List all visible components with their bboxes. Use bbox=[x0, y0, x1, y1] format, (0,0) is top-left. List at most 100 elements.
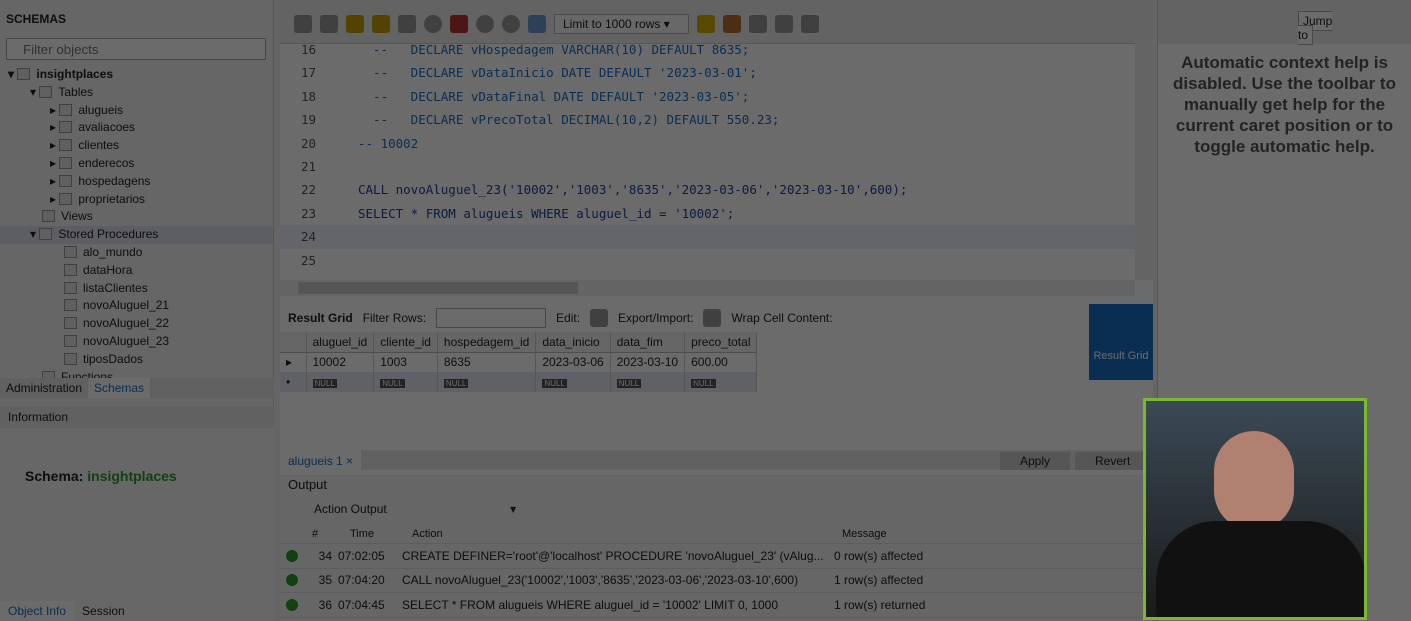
procedure-node[interactable]: novoAluguel_21 bbox=[0, 297, 273, 315]
output-title: Output bbox=[288, 477, 328, 492]
tab-administration[interactable]: Administration bbox=[0, 378, 88, 398]
cell[interactable]: 1003 bbox=[373, 352, 438, 372]
tab-object-info[interactable]: Object Info bbox=[0, 601, 75, 621]
bookmark-icon[interactable] bbox=[697, 14, 715, 33]
filter-rows-label: Filter Rows: bbox=[362, 311, 427, 325]
table-icon bbox=[59, 156, 73, 169]
output-row[interactable]: 35 07:04:20 CALL novoAluguel_23('10002','1… bbox=[280, 569, 1153, 593]
procedure-icon bbox=[64, 299, 77, 312]
help-text: Automatic context help is disabled. Use … bbox=[1173, 53, 1396, 156]
table-node[interactable]: ▸ proprietarios bbox=[0, 191, 273, 209]
column-header[interactable]: hospedagem_id bbox=[437, 332, 537, 352]
filter-objects-input[interactable] bbox=[6, 38, 266, 60]
success-icon bbox=[286, 549, 298, 562]
find-icon[interactable] bbox=[749, 14, 767, 33]
export-icon[interactable] bbox=[703, 309, 722, 327]
column-header[interactable]: cliente_id bbox=[373, 332, 438, 352]
code-line: 16 -- DECLARE vHospedagem VARCHAR(10) DE… bbox=[300, 42, 750, 57]
result-tab-alugueis[interactable]: alugueis 1 × bbox=[280, 450, 362, 472]
code-line: 21 bbox=[300, 159, 316, 174]
cell[interactable]: 2023-03-06 bbox=[535, 352, 611, 372]
information-title: Information bbox=[0, 406, 274, 428]
commit-icon[interactable] bbox=[476, 14, 494, 33]
toggle-error-icon[interactable] bbox=[450, 14, 468, 33]
stop-icon[interactable] bbox=[424, 14, 442, 33]
result-grid[interactable]: aluguel_id cliente_id hospedagem_id data_in… bbox=[280, 332, 758, 392]
filter-rows-input[interactable] bbox=[436, 308, 547, 328]
table-node[interactable]: ▸ avaliacoes bbox=[0, 119, 273, 137]
schema-node[interactable]: ▾ insightplaces bbox=[0, 66, 273, 84]
table-node[interactable]: ▸ clientes bbox=[0, 137, 273, 155]
execute-icon[interactable] bbox=[346, 14, 364, 33]
procedure-node[interactable]: alo_mundo bbox=[0, 244, 273, 262]
output-mode-select[interactable]: Action Output ▾ bbox=[280, 494, 1153, 524]
tab-session[interactable]: Session bbox=[74, 601, 133, 621]
cell[interactable]: 2023-03-10 bbox=[610, 352, 686, 372]
cell[interactable]: 600.00 bbox=[684, 352, 758, 372]
revert-button[interactable]: Revert bbox=[1075, 452, 1151, 470]
autocommit-icon[interactable] bbox=[528, 14, 546, 33]
procedure-icon bbox=[64, 245, 77, 258]
table-node[interactable]: ▸ enderecos bbox=[0, 155, 273, 173]
result-toolbar: Result Grid Filter Rows: Edit: Export/Im… bbox=[280, 305, 1090, 331]
cell[interactable]: 8635 bbox=[437, 352, 537, 372]
execute-current-icon[interactable] bbox=[372, 14, 390, 33]
apply-button[interactable]: Apply bbox=[1000, 452, 1071, 470]
result-grid-tab[interactable]: Result Grid bbox=[288, 311, 353, 325]
edit-row-icon[interactable] bbox=[590, 309, 609, 327]
column-header[interactable]: preco_total bbox=[684, 332, 758, 352]
navigator-tabs: Administration Schemas bbox=[0, 378, 274, 398]
cell[interactable]: 10002 bbox=[306, 352, 375, 372]
views-node[interactable]: Views bbox=[0, 208, 273, 226]
open-file-icon[interactable] bbox=[294, 14, 312, 33]
limit-rows-select[interactable]: Limit to 1000 rows ▾ bbox=[554, 13, 689, 34]
column-header[interactable]: data_fim bbox=[610, 332, 686, 352]
success-icon bbox=[286, 574, 298, 587]
beautify-icon[interactable] bbox=[723, 14, 741, 33]
null-cell[interactable]: NULL bbox=[535, 372, 611, 392]
stored-procedures-node[interactable]: ▾ Stored Procedures bbox=[0, 226, 273, 244]
result-grid-side-button[interactable]: Result Grid bbox=[1089, 304, 1153, 380]
code-line: 18 -- DECLARE vDataFinal DATE DEFAULT '2… bbox=[300, 88, 750, 104]
schema-label: Schema: bbox=[25, 468, 84, 484]
procedure-node[interactable]: dataHora bbox=[0, 262, 273, 280]
wrap-icon[interactable] bbox=[801, 14, 819, 33]
invisible-chars-icon[interactable] bbox=[775, 14, 793, 33]
table-icon bbox=[59, 139, 73, 152]
procedure-node[interactable]: novoAluguel_23 bbox=[0, 333, 273, 351]
output-row[interactable]: 36 07:04:45 SELECT * FROM alugueis WHERE a… bbox=[280, 593, 1153, 618]
column-header[interactable]: data_inicio bbox=[535, 332, 611, 352]
table-icon bbox=[59, 174, 73, 187]
explain-icon[interactable] bbox=[398, 14, 416, 33]
output-header: # Time Action Message bbox=[280, 524, 1153, 544]
null-cell[interactable]: NULL bbox=[306, 372, 375, 392]
tables-node[interactable]: ▾ Tables bbox=[0, 84, 273, 102]
presenter-shirt bbox=[1156, 521, 1364, 617]
horizontal-scrollbar[interactable] bbox=[280, 280, 1135, 296]
output-row[interactable]: 34 07:02:05 CREATE DEFINER='root'@'localho… bbox=[280, 544, 1153, 569]
save-icon[interactable] bbox=[320, 14, 338, 33]
procedure-node[interactable]: tiposDados bbox=[0, 351, 273, 369]
null-cell[interactable]: NULL bbox=[610, 372, 686, 392]
table-node[interactable]: ▸ alugueis bbox=[0, 102, 273, 120]
edit-label: Edit: bbox=[556, 311, 581, 325]
sql-editor[interactable]: 16 -- DECLARE vHospedagem VARCHAR(10) DE… bbox=[280, 38, 1135, 278]
code-line: 22 CALL novoAluguel_23('10002','1003','86… bbox=[300, 182, 908, 198]
column-header[interactable]: aluguel_id bbox=[306, 332, 375, 352]
table-row: • NULL NULL NULL NULL NULL NULL bbox=[280, 372, 758, 392]
rollback-icon[interactable] bbox=[502, 14, 520, 33]
vertical-scrollbar[interactable] bbox=[1135, 40, 1153, 280]
null-cell[interactable]: NULL bbox=[373, 372, 438, 392]
code-line: 20 -- 10002 bbox=[300, 135, 419, 151]
jump-to-select[interactable]: Jump to bbox=[1298, 11, 1333, 45]
code-line: 19 -- DECLARE vPrecoTotal DECIMAL(10,2) … bbox=[300, 112, 780, 128]
presenter-face bbox=[1214, 431, 1294, 531]
tab-schemas[interactable]: Schemas bbox=[88, 378, 151, 398]
procedure-node[interactable]: novoAluguel_22 bbox=[0, 315, 273, 333]
export-label: Export/Import: bbox=[618, 311, 694, 325]
procedure-node[interactable]: listaClientes bbox=[0, 280, 273, 298]
table-node[interactable]: ▸ hospedagens bbox=[0, 173, 273, 191]
null-cell[interactable]: NULL bbox=[437, 372, 537, 392]
null-cell[interactable]: NULL bbox=[684, 372, 758, 392]
table-row: ▸ 10002 1003 8635 2023-03-06 2023-03-10 600.00 bbox=[280, 352, 758, 372]
